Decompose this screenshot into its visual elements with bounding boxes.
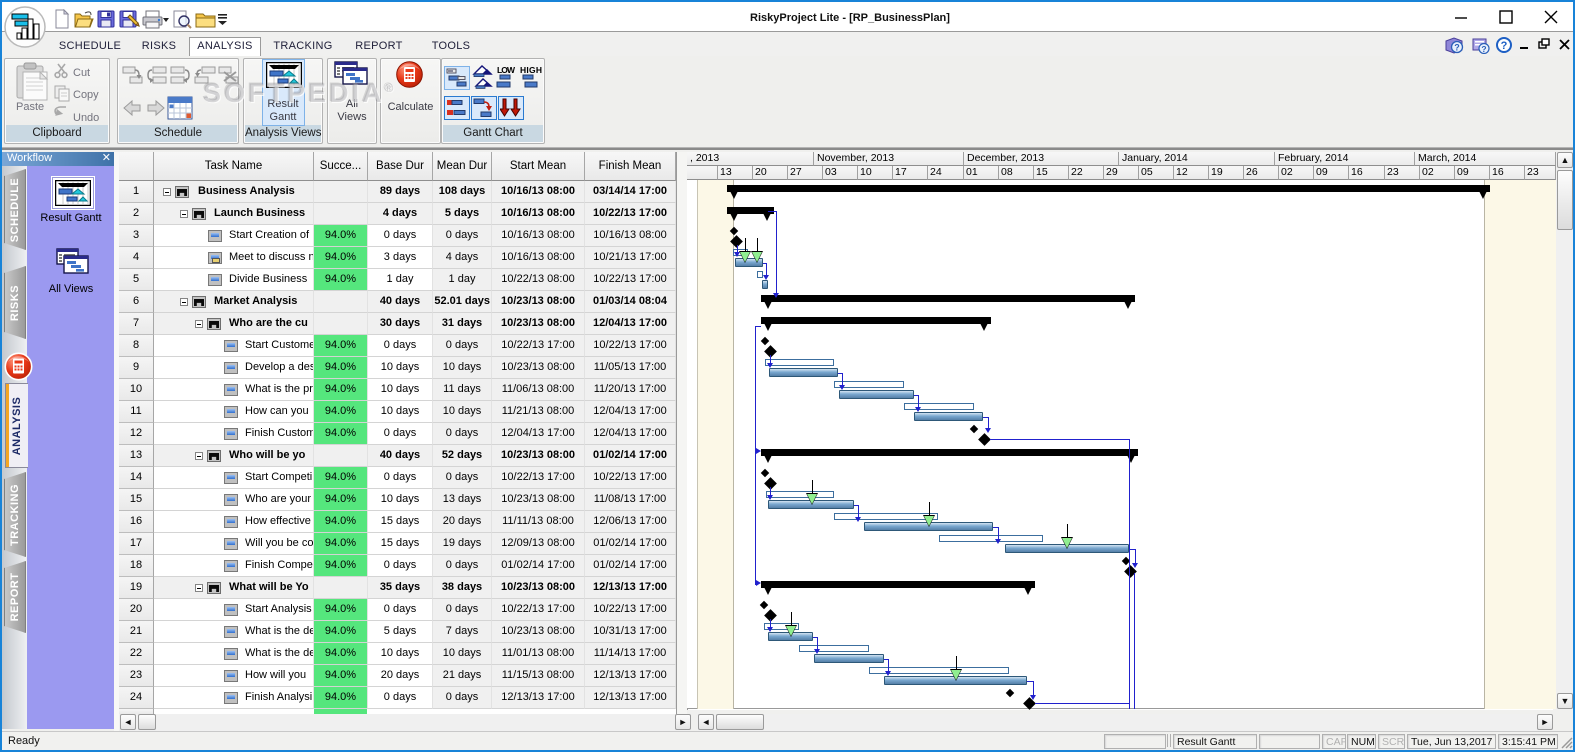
svg-text:?: ? [1454, 43, 1460, 53]
svg-text:HIGH: HIGH [520, 65, 542, 75]
svg-text:?: ? [1501, 40, 1508, 52]
svg-text:LOW: LOW [497, 65, 516, 75]
svg-text:?: ? [1481, 44, 1486, 54]
